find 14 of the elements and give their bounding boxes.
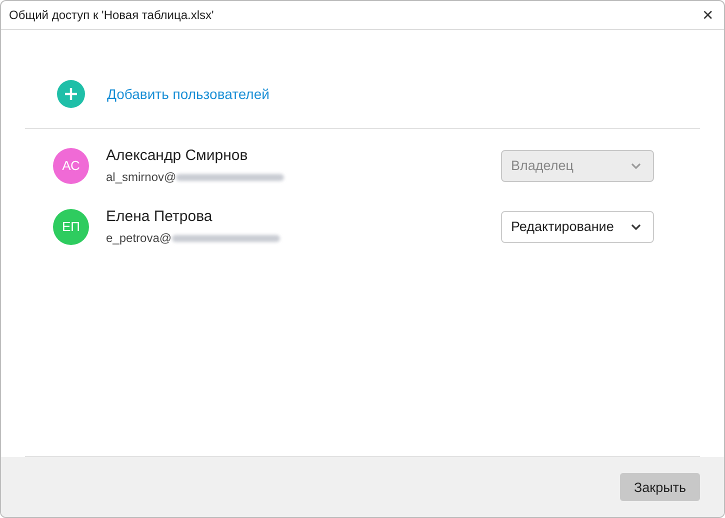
close-dialog-button[interactable]: Закрыть: [620, 473, 700, 501]
add-icon[interactable]: [57, 80, 85, 108]
caret-icon: [631, 162, 641, 168]
role-dropdown[interactable]: Редактирование: [501, 210, 654, 242]
caret-icon: [631, 224, 641, 230]
user-name: Елена Петрова: [106, 208, 214, 225]
user-email: e_petrova@: [106, 231, 172, 245]
avatar: АС: [53, 148, 89, 184]
window-title: Общий доступ к 'Новая таблица.xlsx': [9, 8, 214, 22]
add-users-link[interactable]: Добавить пользователей: [107, 86, 270, 102]
close-button[interactable]: ✕: [692, 1, 724, 29]
user-email: al_smirnov@: [106, 170, 176, 184]
avatar: ЕП: [53, 208, 89, 244]
user-name: Александр Смирнов: [106, 147, 249, 164]
